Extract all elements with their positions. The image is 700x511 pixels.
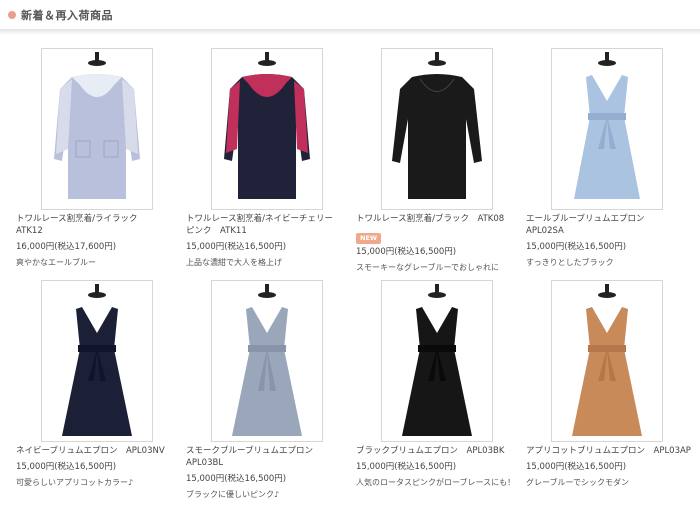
product-name[interactable]: アプリコットブリュムエプロン APL03AP — [526, 445, 691, 457]
apron-black-illustration — [402, 284, 472, 436]
product-name[interactable]: トワルレース割烹着/ライラック ATK12 — [16, 213, 181, 237]
product-image-apron-black[interactable] — [381, 280, 493, 442]
smock-navy-illustration — [224, 52, 310, 199]
product-image-smock-lilac[interactable] — [41, 48, 153, 210]
product-price: 15,000円(税込16,500円) — [356, 247, 457, 257]
product-image-smock-black[interactable] — [381, 48, 493, 210]
product-price: 15,000円(税込16,500円) — [356, 462, 457, 472]
new-badge: NEW — [356, 233, 382, 244]
product-name[interactable]: トワルレース割烹着/ネイビーチェリー ピンク ATK11 — [186, 213, 351, 237]
product-description: すっきりとしたブラック — [526, 258, 614, 267]
apron-apricot-illustration — [572, 284, 642, 436]
product-image-smock-navy[interactable] — [211, 48, 323, 210]
product-price: 15,000円(税込16,500円) — [526, 242, 627, 252]
product-price: 15,000円(税込16,500円) — [526, 462, 627, 472]
product-image-apron-navy[interactable] — [41, 280, 153, 442]
apron-sax-illustration — [574, 52, 640, 199]
product-name[interactable]: トワルレース割烹着/ブラック ATK08 — [356, 213, 521, 225]
smock-black-illustration — [392, 52, 482, 199]
product-name[interactable]: エールブルーブリュムエプロン APL02SA — [526, 213, 691, 237]
product-name[interactable]: ネイビーブリュムエプロン APL03NV — [16, 445, 181, 457]
product-price: 15,000円(税込16,500円) — [186, 474, 287, 484]
product-name[interactable]: ブラックブリュムエプロン APL03BK — [356, 445, 521, 457]
product-image-apron-smoke[interactable] — [211, 280, 323, 442]
product-description: スモーキーなグレーブルーでおしゃれに — [356, 263, 500, 272]
product-description: ブラックに優しいピンク♪ — [186, 490, 280, 499]
product-price: 15,000円(税込16,500円) — [16, 462, 117, 472]
product-image-apron-apricot[interactable] — [551, 280, 663, 442]
smock-lilac-illustration — [54, 52, 140, 199]
product-description: 爽やかなエールブルー — [16, 258, 96, 267]
product-description: 可愛らしいアプリコットカラー♪ — [16, 478, 134, 487]
product-description: 上品な濃紺で大人を格上げ — [186, 258, 282, 267]
apron-smoke-illustration — [232, 284, 302, 436]
product-image-apron-sax[interactable] — [551, 48, 663, 210]
product-price: 16,000円(税込17,600円) — [16, 242, 117, 252]
apron-navy-illustration — [62, 284, 132, 436]
product-name[interactable]: スモークブルーブリュムエプロン APL03BL — [186, 445, 351, 469]
product-price: 15,000円(税込16,500円) — [186, 242, 287, 252]
product-description: 人気のロータスピンクがローブレースにも！ — [356, 478, 516, 487]
product-description: グレーブルーでシックモダン — [526, 478, 630, 487]
product-grid: トワルレース割烹着/ライラック ATK12 16,000円(税込17,600円)… — [0, 0, 700, 511]
